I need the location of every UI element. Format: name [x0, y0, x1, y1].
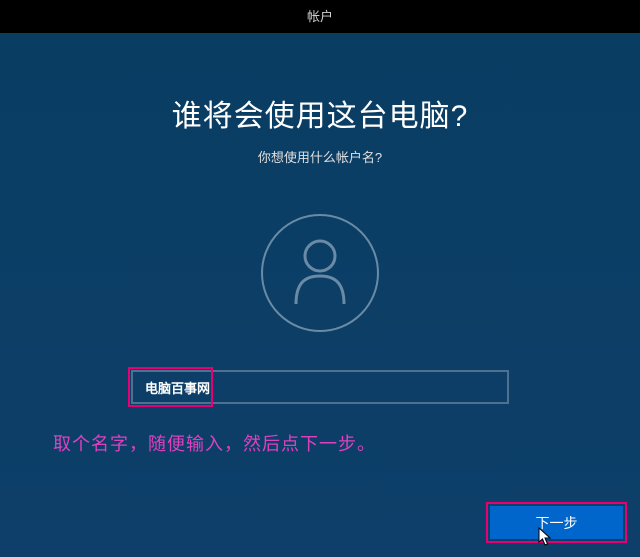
next-button[interactable]: 下一步 — [490, 506, 623, 539]
top-bar: 帐户 — [0, 0, 640, 33]
page-title: 谁将会使用这台电脑? — [0, 91, 640, 135]
annotation-text: 取个名字，随便输入，然后点下一步。 — [0, 430, 640, 456]
username-input-container — [131, 370, 509, 404]
user-icon — [290, 236, 350, 311]
page-subtitle: 你想使用什么帐户名? — [0, 147, 640, 166]
username-input[interactable] — [131, 370, 509, 404]
avatar-placeholder — [261, 214, 379, 332]
setup-screen: 谁将会使用这台电脑? 你想使用什么帐户名? 取个名字，随便输入，然后点下一步。 … — [0, 33, 640, 557]
tab-account[interactable]: 帐户 — [281, 0, 359, 35]
